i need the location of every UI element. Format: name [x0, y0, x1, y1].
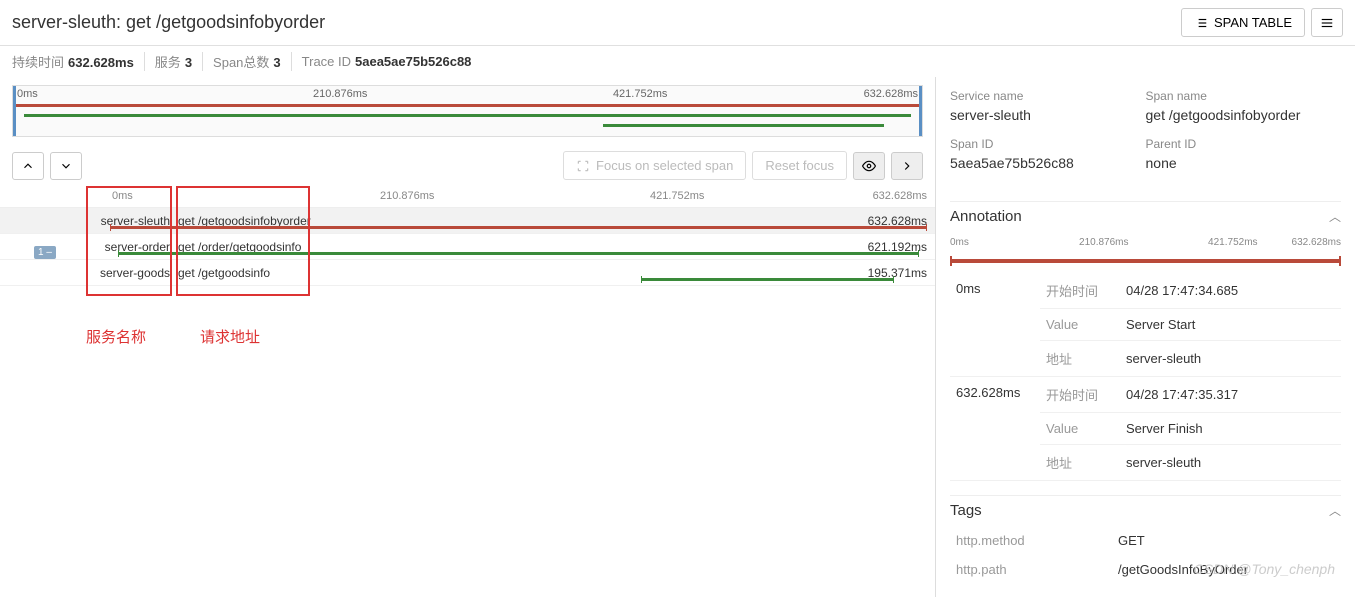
hamburger-icon — [1320, 16, 1334, 30]
detail-service-name: server-sleuth — [950, 107, 1146, 123]
overlay-service-label: 服务名称 — [86, 326, 146, 347]
span-row[interactable]: server-sleuth get /getgoodsinfobyorder 6… — [0, 208, 935, 234]
minimap-tick: 0ms — [17, 88, 38, 100]
meta-bar: 持续时间632.628ms 服务3 Span总数3 Trace ID5aea5a… — [0, 46, 1355, 77]
chevron-right-icon — [900, 159, 914, 173]
chevron-down-icon — [59, 159, 73, 173]
page-title: server-sleuth: get /getgoodsinfobyorder — [12, 12, 325, 33]
minimap-tick: 632.628ms — [864, 88, 918, 100]
detail-panel: Service nameserver-sleuth Span nameget /… — [936, 77, 1355, 597]
detail-span-name: get /getgoodsinfobyorder — [1146, 107, 1342, 123]
focus-icon — [576, 159, 590, 173]
minimap-tick: 210.876ms — [313, 88, 367, 100]
minimap-tick: 421.752ms — [613, 88, 667, 100]
annotation-bar — [950, 259, 1341, 263]
span-bar — [110, 226, 927, 229]
eye-icon — [862, 159, 876, 173]
span-row[interactable]: server-goods get /getgoodsinfo 195.371ms — [0, 260, 935, 286]
visibility-button[interactable] — [853, 152, 885, 180]
expand-up-button[interactable] — [12, 152, 44, 180]
span-bar — [641, 278, 894, 281]
next-button[interactable] — [891, 152, 923, 180]
overlay-request-label: 请求地址 — [200, 326, 260, 347]
span-table-button[interactable]: SPAN TABLE — [1181, 8, 1305, 37]
span-bar — [118, 252, 919, 255]
chevron-up-icon: ︿ — [1329, 208, 1341, 225]
expand-down-button[interactable] — [50, 152, 82, 180]
detail-span-id: 5aea5ae75b526c88 — [950, 155, 1146, 171]
annotation-section-header[interactable]: Annotation ︿ — [950, 201, 1341, 231]
tags-section-header[interactable]: Tags ︿ — [950, 495, 1341, 525]
trace-area: 0ms 210.876ms 421.752ms 632.628ms 2 – 1 … — [0, 186, 935, 286]
focus-span-button[interactable]: Focus on selected span — [563, 151, 746, 180]
list-icon — [1194, 16, 1208, 30]
chevron-up-icon: ︿ — [1329, 502, 1341, 519]
span-table-label: SPAN TABLE — [1214, 15, 1292, 30]
annotation-table: 0ms开始时间04/28 17:47:34.685 ValueServer St… — [950, 273, 1341, 481]
span-row[interactable]: server-order get /order/getgoodsinfo 621… — [0, 234, 935, 260]
detail-parent-id: none — [1146, 155, 1342, 171]
reset-focus-button[interactable]: Reset focus — [752, 151, 847, 180]
menu-button[interactable] — [1311, 8, 1343, 37]
chevron-up-icon — [21, 159, 35, 173]
minimap[interactable]: 0ms 210.876ms 421.752ms 632.628ms — [12, 85, 923, 137]
watermark: CSDN @Tony_chenph — [1194, 561, 1335, 577]
